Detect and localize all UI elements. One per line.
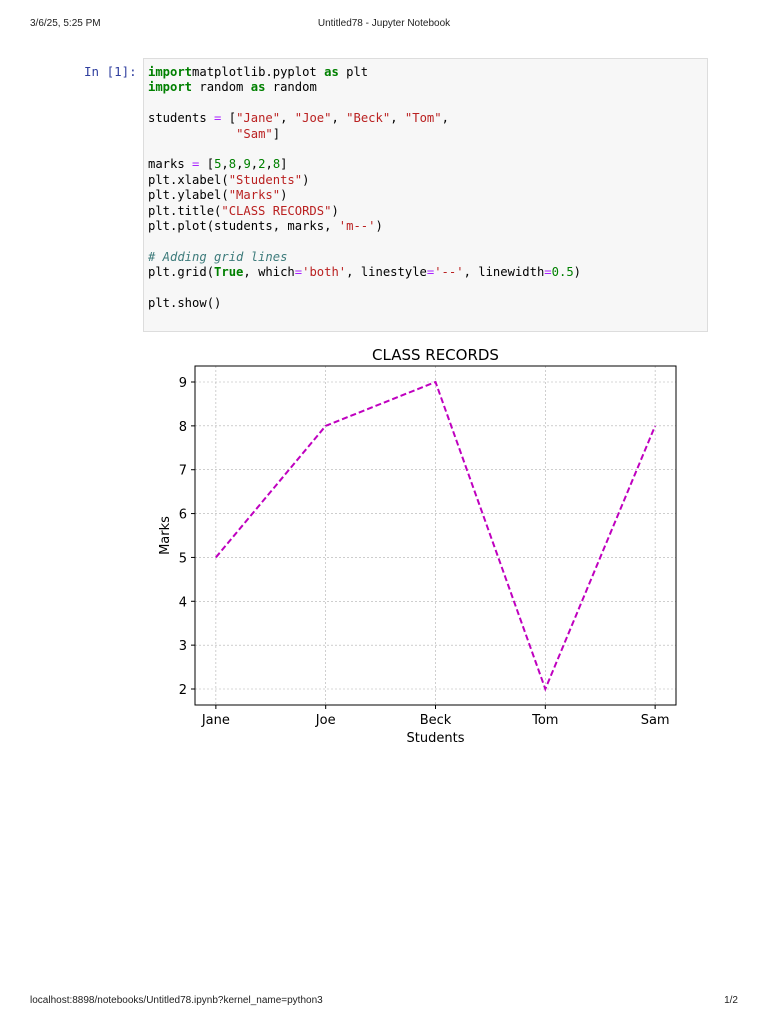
code-token: , linestyle <box>346 265 427 280</box>
code-token: plt.ylabel( <box>148 188 229 203</box>
code-token: plt.show() <box>148 296 222 311</box>
code-line: # Adding grid lines <box>148 250 581 265</box>
code-token: 'both' <box>302 265 347 280</box>
code-line: import random as random <box>148 80 581 95</box>
y-tick-label: 2 <box>179 683 187 698</box>
code-token: 9 <box>243 157 251 172</box>
code-token: , <box>390 111 405 126</box>
code-token: , linewidth <box>463 265 545 280</box>
code-token: , which <box>243 265 295 280</box>
code-token: = <box>544 265 552 280</box>
code-token: 8 <box>228 157 237 172</box>
code-token: ) <box>302 172 310 187</box>
y-tick-label: 9 <box>179 376 187 391</box>
code-token: "Sam" <box>236 126 273 141</box>
chart-title: CLASS RECORDS <box>372 346 499 364</box>
code-token: "Beck" <box>346 111 391 126</box>
print-page-number: 1/2 <box>724 995 738 1006</box>
code-token: [ <box>221 111 237 126</box>
code-line: plt.title("CLASS RECORDS") <box>148 204 581 219</box>
y-tick-label: 7 <box>179 464 187 479</box>
code-token: , <box>441 111 449 126</box>
y-tick-label: 3 <box>179 639 187 654</box>
x-tick-label: Jane <box>201 713 230 728</box>
code-token: 'm--' <box>338 219 376 234</box>
code-line: students = ["Jane", "Joe", "Beck", "Tom"… <box>148 111 581 126</box>
code-token: '--' <box>434 265 464 280</box>
code-token: # Adding grid lines <box>148 249 288 264</box>
code-token: import <box>148 80 193 95</box>
x-tick-label: Tom <box>531 713 558 728</box>
code-line: plt.xlabel("Students") <box>148 173 581 188</box>
print-title: Untitled78 - Jupyter Notebook <box>317 18 451 29</box>
code-token: marks <box>148 157 193 172</box>
code-line: marks = [5,8,9,2,8] <box>148 157 581 172</box>
code-token: , <box>265 157 273 172</box>
code-token: "Jane" <box>236 111 281 126</box>
code-token: 0.5 <box>551 265 574 280</box>
code-token: students <box>148 111 215 126</box>
code-token: , <box>280 111 295 126</box>
code-line: plt.plot(students, marks, 'm--') <box>148 219 581 234</box>
code-token: ) <box>331 203 339 218</box>
cell-prompt: In [1]: <box>84 64 137 79</box>
code-token: import <box>148 65 193 79</box>
code-token: as <box>250 80 266 95</box>
code-token: plt.grid( <box>148 265 215 280</box>
code-token: "Students" <box>228 172 303 187</box>
y-tick-label: 8 <box>179 420 187 435</box>
code-token: "Joe" <box>294 111 332 126</box>
y-tick-label: 5 <box>179 551 187 566</box>
code-line: "Sam"] <box>148 127 581 142</box>
line-chart: CLASS RECORDS Jane Joe Beck Tom Sam23456789 … <box>158 346 677 746</box>
code-token: , <box>221 157 229 172</box>
x-axis-label: Students <box>407 731 465 746</box>
code-token: ) <box>280 188 288 203</box>
code-token: plt.title( <box>148 203 222 218</box>
code-line: plt.show() <box>148 296 581 311</box>
code-token: random <box>265 80 317 95</box>
code-editor[interactable]: importmatplotlib.pyplot as plt import ran… <box>148 65 581 312</box>
code-token: True <box>214 265 244 280</box>
code-token: "CLASS RECORDS" <box>221 203 332 218</box>
code-token: plt.plot(students, marks, <box>148 219 339 234</box>
x-tick-label: Sam <box>641 713 670 728</box>
y-axis-label: Marks <box>158 516 173 555</box>
code-token: plt.xlabel( <box>148 172 229 187</box>
code-token: [ <box>199 157 215 172</box>
code-token: "Tom" <box>404 111 442 126</box>
code-token: ) <box>375 219 383 234</box>
code-token: ] <box>272 126 281 141</box>
code-token: , <box>331 111 347 126</box>
code-token: plt <box>338 65 369 79</box>
code-line: plt.grid(True, which='both', linestyle='… <box>148 265 581 280</box>
code-line: importmatplotlib.pyplot as plt <box>148 65 581 80</box>
code-token: ) <box>573 265 581 280</box>
y-tick-label: 6 <box>179 508 187 523</box>
code-line: plt.ylabel("Marks") <box>148 188 581 203</box>
code-token: as <box>324 65 339 79</box>
code-token: "Marks" <box>228 188 281 203</box>
code-token: ] <box>280 157 288 172</box>
x-tick-label: Beck <box>420 713 452 728</box>
code-cell[interactable]: importmatplotlib.pyplot as plt import ran… <box>143 58 708 332</box>
x-tick-label: Joe <box>315 713 336 728</box>
code-token: matplotlib.pyplot <box>192 65 325 79</box>
y-tick-label: 4 <box>179 595 187 610</box>
code-token: random <box>192 80 251 95</box>
print-url: localhost:8898/notebooks/Untitled78.ipyn… <box>30 995 323 1006</box>
